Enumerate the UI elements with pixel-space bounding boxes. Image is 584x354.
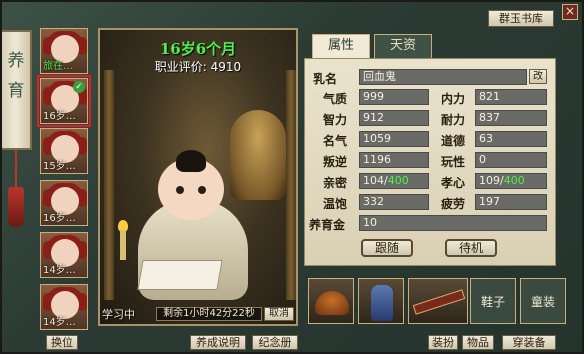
stat-value-qinmi-max: 400 [387, 174, 409, 187]
stat-value-qinmi-current: 104/ [363, 174, 388, 187]
side-scroll-text: 养育 [7, 51, 25, 101]
child-slot-3[interactable]: 15岁… [40, 128, 88, 174]
zither-icon [412, 289, 466, 315]
stat-value-neili: 821 [475, 89, 547, 105]
stat-value-wanxing: 0 [475, 152, 547, 168]
rename-button[interactable]: 改 [529, 69, 547, 84]
outfit-slot-label: 童装 [530, 295, 555, 309]
age-title: 16岁6个月 [159, 40, 237, 58]
stat-value-xiaoxin-current: 109/ [479, 174, 504, 187]
book-icon [137, 260, 223, 290]
study-label: 学习中 [102, 308, 135, 321]
stat-label-neili: 内力 [441, 92, 466, 106]
child-figure-hair [176, 150, 206, 172]
tab-talent[interactable]: 天资 [374, 34, 432, 58]
tassel-icon [8, 187, 24, 227]
checkmark-icon: ✓ [73, 81, 85, 93]
stat-value-qinmi: 104/400 [359, 173, 429, 189]
rating-label: 职业评价: [154, 60, 207, 74]
stat-label-daode: 道德 [441, 134, 466, 148]
stat-value-pilao: 197 [475, 194, 547, 210]
stat-label-pilao: 疲劳 [441, 197, 466, 211]
stat-label-naili: 耐力 [441, 113, 466, 127]
memorial-button[interactable]: 纪念册 [252, 335, 298, 350]
stat-value-zhili: 912 [359, 110, 429, 126]
career-rating: 职业评价: 4910 [100, 58, 296, 75]
close-button[interactable]: × [562, 4, 578, 20]
guide-button[interactable]: 养成说明 [190, 335, 246, 350]
child-slot-2[interactable]: ✓ 16岁… [37, 75, 91, 127]
stat-label-qizhi: 气质 [323, 92, 348, 106]
rating-value: 4910 [210, 60, 242, 74]
items-button[interactable]: 物品 [462, 335, 494, 350]
robe-icon [371, 285, 393, 321]
equip-slot-shoes[interactable]: 鞋子 [470, 278, 516, 324]
name-label: 乳名 [313, 72, 338, 86]
child-age: 15岁… [43, 161, 76, 172]
child-age: 16岁… [43, 111, 76, 122]
equip-button[interactable]: 穿装备 [502, 335, 556, 350]
side-scroll: 养育 [2, 30, 32, 150]
child-window: × 养育 旅在… ✓ 16岁… 15岁… 16岁… 14岁… 14岁… 换位 1… [0, 0, 584, 354]
tab-attributes[interactable]: 属性 [312, 34, 370, 58]
child-age: 14岁… [43, 265, 76, 276]
wait-button[interactable]: 待机 [445, 239, 497, 257]
stat-value-naili: 837 [475, 110, 547, 126]
child-slot-1[interactable]: 旅在… [40, 28, 88, 74]
stat-value-yangyujin: 10 [359, 215, 547, 231]
stat-label-wanxing: 玩性 [441, 155, 466, 169]
buddha-statue [230, 110, 286, 200]
stat-label-wenbao: 温饱 [323, 197, 348, 211]
swap-button[interactable]: 换位 [46, 335, 78, 350]
equip-slot-weapon[interactable] [408, 278, 468, 324]
stat-label-yangyujin: 养育金 [309, 218, 346, 232]
stat-value-panni: 1196 [359, 152, 429, 168]
child-slot-4[interactable]: 16岁… [40, 180, 88, 226]
stat-value-qizhi: 999 [359, 89, 429, 105]
child-eye-right [198, 186, 206, 194]
stat-value-xiaoxin: 109/400 [475, 173, 547, 189]
candle-icon [120, 230, 126, 260]
dressup-button[interactable]: 装扮 [428, 335, 458, 350]
pillar-right [286, 70, 296, 300]
hat-icon [315, 291, 349, 315]
pillar-left [104, 70, 114, 300]
child-age: 16岁… [43, 213, 76, 224]
child-age: 旅在… [43, 61, 73, 72]
stat-label-zhili: 智力 [323, 113, 348, 127]
child-age: 14岁… [43, 317, 76, 328]
study-timer: 剩余1小时42分22秒 [156, 307, 262, 321]
stat-label-qinmi: 亲密 [323, 176, 348, 190]
stat-value-wenbao: 332 [359, 194, 429, 210]
cancel-study-button[interactable]: 取消 [264, 307, 294, 321]
shoes-slot-label: 鞋子 [480, 295, 505, 309]
equip-slot-outfit[interactable]: 童装 [520, 278, 566, 324]
stat-label-xiaoxin: 孝心 [441, 176, 466, 190]
study-status-bar: 学习中 剩余1小时42分22秒 取消 [102, 306, 294, 322]
stat-value-mingqi: 1059 [359, 131, 429, 147]
stats-panel: 乳名 回血鬼 改 气质 999 内力 821 智力 912 耐力 837 名气 … [304, 58, 556, 266]
stat-label-mingqi: 名气 [323, 134, 348, 148]
library-button[interactable]: 群玉书库 [488, 10, 554, 27]
follow-button[interactable]: 跟随 [361, 239, 413, 257]
tassel-rope [15, 150, 17, 190]
child-portrait: 16岁6个月 职业评价: 4910 学习中 剩余1小时42分22秒 取消 [98, 28, 298, 326]
child-slot-5[interactable]: 14岁… [40, 232, 88, 278]
equip-slot-robe[interactable] [358, 278, 404, 324]
child-eye-left [176, 186, 184, 194]
name-value: 回血鬼 [359, 69, 527, 85]
stat-value-daode: 63 [475, 131, 547, 147]
equip-slot-hat[interactable] [308, 278, 354, 324]
child-slot-6[interactable]: 14岁… [40, 284, 88, 330]
stat-value-xiaoxin-max: 400 [503, 174, 525, 187]
stat-label-panni: 叛逆 [323, 155, 348, 169]
